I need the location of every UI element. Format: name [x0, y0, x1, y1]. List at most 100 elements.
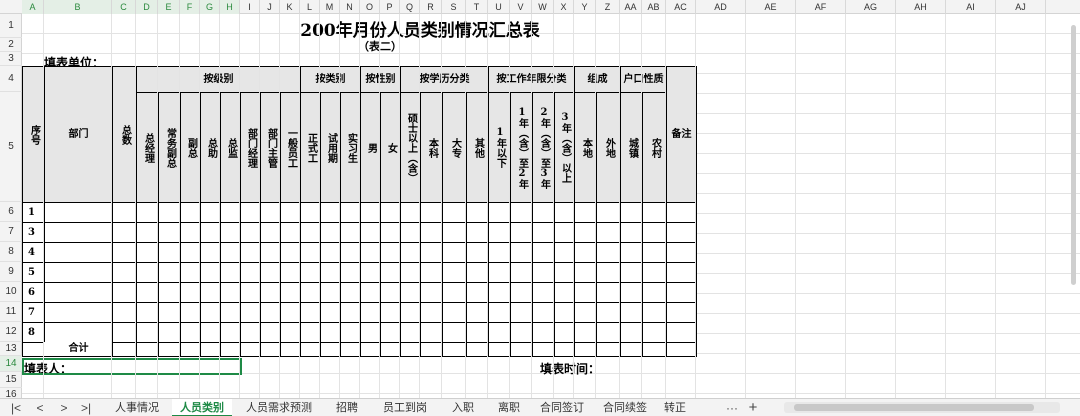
column-header-y[interactable]: Y	[574, 0, 596, 14]
column-header-o[interactable]: O	[360, 0, 380, 14]
column-header-d[interactable]: D	[136, 0, 158, 14]
data-cell[interactable]	[300, 322, 321, 343]
row-header-6[interactable]: 6	[0, 202, 22, 222]
data-cell[interactable]	[574, 322, 597, 343]
column-header-e[interactable]: E	[158, 0, 180, 14]
data-cell[interactable]	[488, 302, 511, 323]
data-cell[interactable]	[554, 222, 575, 243]
total-cell[interactable]	[340, 342, 361, 357]
data-cell[interactable]	[466, 322, 489, 343]
data-cell[interactable]	[300, 282, 321, 303]
data-cell[interactable]	[554, 262, 575, 283]
total-cell[interactable]	[596, 342, 621, 357]
seq-cell[interactable]: 1	[22, 202, 45, 223]
data-cell[interactable]	[360, 222, 381, 243]
header-y4[interactable]: 3年（含）以上	[554, 92, 575, 203]
total-cell[interactable]	[200, 342, 221, 357]
data-cell[interactable]	[220, 222, 241, 243]
data-cell[interactable]	[666, 282, 697, 303]
row-header-3[interactable]: 3	[0, 52, 22, 66]
header-total[interactable]: 总数	[112, 66, 137, 203]
data-cell[interactable]	[596, 262, 621, 283]
data-cell[interactable]	[620, 202, 643, 223]
data-cell[interactable]	[340, 302, 361, 323]
column-header-w[interactable]: W	[532, 0, 554, 14]
data-cell[interactable]	[320, 202, 341, 223]
total-cell[interactable]	[420, 342, 443, 357]
data-cell[interactable]	[180, 242, 201, 263]
column-header-j[interactable]: J	[260, 0, 280, 14]
data-cell[interactable]	[260, 282, 281, 303]
data-cell[interactable]	[112, 242, 137, 263]
data-cell[interactable]	[136, 242, 159, 263]
total-cell[interactable]	[300, 342, 321, 357]
header-seq[interactable]: 序号	[22, 66, 45, 203]
data-cell[interactable]	[510, 262, 533, 283]
header-composition[interactable]: 组成	[574, 66, 621, 93]
data-cell[interactable]	[180, 322, 201, 343]
total-cell[interactable]	[360, 342, 381, 357]
data-cell[interactable]	[554, 202, 575, 223]
column-header-f[interactable]: F	[180, 0, 200, 14]
data-cell[interactable]	[280, 262, 301, 283]
row-header-7[interactable]: 7	[0, 222, 22, 242]
data-cell[interactable]	[554, 242, 575, 263]
data-cell[interactable]	[380, 302, 401, 323]
data-cell[interactable]	[574, 302, 597, 323]
data-cell[interactable]	[44, 202, 113, 223]
seq-cell[interactable]: 3	[22, 222, 45, 243]
data-cell[interactable]	[44, 282, 113, 303]
data-cell[interactable]	[340, 202, 361, 223]
data-cell[interactable]	[320, 282, 341, 303]
row-header-11[interactable]: 11	[0, 302, 22, 322]
total-cell[interactable]	[240, 342, 261, 357]
data-cell[interactable]	[642, 202, 667, 223]
data-cell[interactable]	[260, 322, 281, 343]
first-sheet-button[interactable]: |<	[8, 399, 24, 416]
data-cell[interactable]	[180, 262, 201, 283]
header-assistant[interactable]: 总助	[200, 92, 221, 203]
seq-cell[interactable]: 4	[22, 242, 45, 263]
data-cell[interactable]	[488, 202, 511, 223]
column-header-z[interactable]: Z	[596, 0, 620, 14]
data-cell[interactable]	[200, 222, 221, 243]
row-header-10[interactable]: 10	[0, 282, 22, 302]
data-cell[interactable]	[596, 282, 621, 303]
data-cell[interactable]	[220, 322, 241, 343]
data-cell[interactable]	[666, 302, 697, 323]
data-cell[interactable]	[488, 242, 511, 263]
data-cell[interactable]	[260, 222, 281, 243]
total-cell[interactable]	[466, 342, 489, 357]
header-dept[interactable]: 部门	[44, 66, 113, 203]
data-cell[interactable]	[400, 222, 421, 243]
seq-cell[interactable]: 8	[22, 322, 45, 343]
header-by-gender[interactable]: 按性别	[360, 66, 401, 93]
data-cell[interactable]	[642, 302, 667, 323]
data-cell[interactable]	[596, 222, 621, 243]
header-gm[interactable]: 总经理	[136, 92, 159, 203]
column-header-n[interactable]: N	[340, 0, 360, 14]
header-nonlocal[interactable]: 外地	[596, 92, 621, 203]
prev-sheet-button[interactable]: <	[32, 399, 48, 416]
row-header-4[interactable]: 4	[0, 66, 22, 92]
data-cell[interactable]	[510, 222, 533, 243]
data-cell[interactable]	[532, 302, 555, 323]
header-male[interactable]: 男	[360, 92, 381, 203]
header-y3[interactable]: 2年（含）至3年	[532, 92, 555, 203]
data-cell[interactable]	[260, 302, 281, 323]
data-cell[interactable]	[240, 302, 261, 323]
data-cell[interactable]	[320, 262, 341, 283]
sheet-tab-9[interactable]: 转正	[660, 399, 690, 416]
data-cell[interactable]	[260, 242, 281, 263]
column-header-aa[interactable]: AA	[620, 0, 642, 14]
data-cell[interactable]	[300, 302, 321, 323]
data-cell[interactable]	[360, 202, 381, 223]
more-tabs-button[interactable]: ···	[722, 399, 742, 416]
data-cell[interactable]	[220, 262, 241, 283]
data-cell[interactable]	[554, 322, 575, 343]
data-cell[interactable]	[442, 262, 467, 283]
column-header-x[interactable]: X	[554, 0, 574, 14]
data-cell[interactable]	[180, 282, 201, 303]
data-cell[interactable]	[442, 202, 467, 223]
data-cell[interactable]	[240, 282, 261, 303]
